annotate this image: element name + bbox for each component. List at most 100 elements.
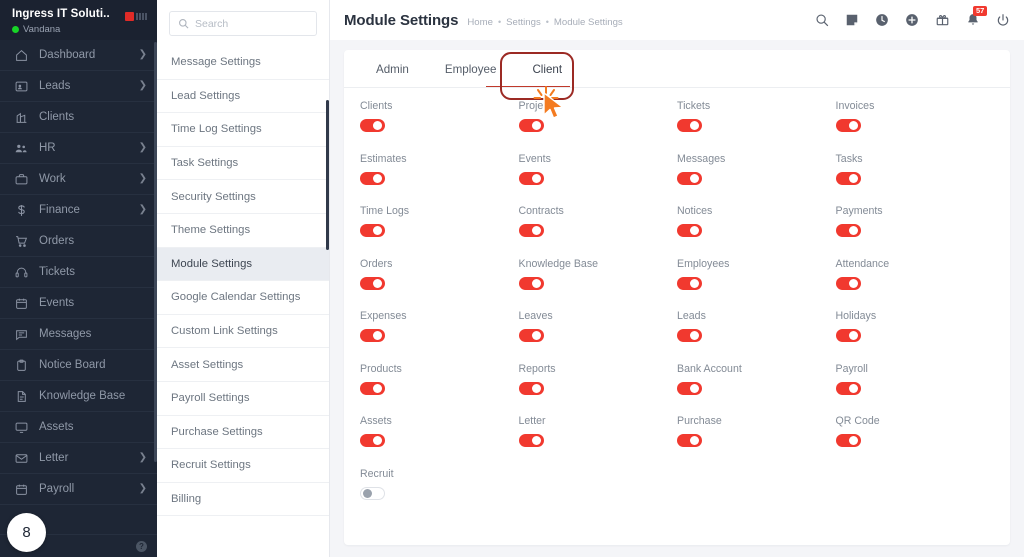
module-toggle-recruit[interactable]: [360, 486, 385, 500]
sidebar-item-dashboard[interactable]: Dashboard ❯: [0, 40, 157, 71]
settings-item-time-log-settings[interactable]: Time Log Settings: [157, 113, 329, 147]
breadcrumb-link-module-settings[interactable]: Module Settings: [554, 17, 623, 28]
power-icon[interactable]: [996, 13, 1010, 27]
module-toggle-invoices[interactable]: [835, 119, 861, 132]
toggle-knob: [373, 331, 382, 340]
sidebar-item-clients[interactable]: Clients: [0, 102, 157, 133]
sidebar-item-events[interactable]: Events: [0, 288, 157, 319]
toggle-knob: [690, 436, 699, 445]
settings-item-security-settings[interactable]: Security Settings: [157, 180, 329, 214]
module-toggle-tickets[interactable]: [677, 119, 702, 132]
app-root: Ingress IT Soluti... Vandana Dashboard ❯ L…: [0, 0, 1024, 557]
module-toggle-assets[interactable]: [360, 434, 385, 447]
settings-item-purchase-settings[interactable]: Purchase Settings: [157, 416, 329, 450]
module-toggle-reports[interactable]: [518, 381, 544, 395]
sidebar-item-label: Notice Board: [39, 359, 106, 371]
help-icon[interactable]: ?: [136, 540, 147, 552]
tab-admin[interactable]: Admin: [358, 50, 427, 88]
module-label: Leaves: [518, 310, 553, 322]
gift-icon[interactable]: [935, 13, 950, 27]
module-toggle-leaves[interactable]: [518, 329, 544, 342]
sidebar-item-assets[interactable]: Assets: [0, 412, 157, 443]
sidebar-item-orders[interactable]: Orders: [0, 226, 157, 257]
settings-item-module-settings[interactable]: Module Settings: [157, 247, 329, 282]
module-toggle-payroll[interactable]: [835, 381, 861, 395]
settings-list-scrollbar[interactable]: [326, 100, 329, 250]
sidebar-item-tickets[interactable]: Tickets: [0, 257, 157, 288]
bell-icon[interactable]: 57: [966, 6, 988, 27]
module-toggle-notices[interactable]: [677, 224, 702, 237]
settings-search-box[interactable]: [169, 11, 317, 36]
module-label: Notices: [677, 205, 713, 217]
module-cell: Invoices: [835, 100, 995, 153]
module-toggle-knowledge-base[interactable]: [518, 276, 544, 290]
search-icon: [178, 18, 189, 29]
module-toggle-holidays[interactable]: [835, 329, 861, 342]
settings-item-asset-settings[interactable]: Asset Settings: [157, 348, 329, 382]
module-toggle-employees[interactable]: [677, 276, 702, 290]
sidebar-item-knowledge-base[interactable]: Knowledge Base: [0, 381, 157, 412]
module-toggle-tasks[interactable]: [835, 171, 861, 185]
toggle-knob: [690, 331, 699, 340]
brand-bars-icon: [136, 13, 147, 20]
module-toggle-time-logs[interactable]: [360, 224, 385, 237]
module-toggle-orders[interactable]: [360, 276, 385, 290]
module-toggle-expenses[interactable]: [360, 329, 385, 342]
breadcrumb-link-home[interactable]: Home: [467, 17, 493, 28]
settings-item-google-calendar-settings[interactable]: Google Calendar Settings: [157, 281, 329, 315]
module-toggle-bank-account[interactable]: [677, 381, 702, 395]
search-icon[interactable]: [815, 13, 829, 27]
module-toggle-leads[interactable]: [677, 329, 702, 342]
settings-item-lead-settings[interactable]: Lead Settings: [157, 80, 329, 114]
chevron-right-icon: ❯: [138, 49, 147, 60]
module-toggle-messages[interactable]: [677, 171, 702, 185]
module-toggle-projects[interactable]: [518, 119, 544, 132]
module-label: Expenses: [360, 310, 407, 322]
module-toggle-products[interactable]: [360, 381, 385, 395]
settings-item-custom-link-settings[interactable]: Custom Link Settings: [157, 315, 329, 349]
sidebar-item-label: Tickets: [39, 266, 75, 278]
module-label: Recruit: [360, 467, 394, 480]
module-toggle-events[interactable]: [518, 171, 544, 185]
sidebar-item-label: Letter: [39, 452, 69, 464]
sidebar-item-finance[interactable]: Finance ❯: [0, 195, 157, 226]
module-toggle-contracts[interactable]: [518, 224, 544, 237]
module-cell: Contracts: [518, 205, 678, 258]
tab-client[interactable]: Client: [486, 50, 580, 88]
sidebar-item-work[interactable]: Work ❯: [0, 164, 157, 195]
module-label: Orders: [360, 257, 393, 270]
toggle-knob: [848, 173, 858, 183]
module-cell: Clients: [360, 100, 519, 153]
module-toggle-purchase[interactable]: [677, 434, 702, 447]
settings-item-theme-settings[interactable]: Theme Settings: [157, 214, 329, 248]
module-toggle-attendance[interactable]: [835, 276, 861, 290]
sidebar-item-payroll[interactable]: Payroll ❯: [0, 474, 157, 505]
breadcrumb-link-settings[interactable]: Settings: [506, 17, 541, 28]
toggle-knob: [531, 331, 541, 340]
module-toggle-estimates[interactable]: [360, 171, 385, 185]
sidebar-item-letter[interactable]: Letter ❯: [0, 443, 157, 474]
module-toggle-qr-code[interactable]: [835, 434, 861, 447]
sidebar-item-messages[interactable]: Messages: [0, 319, 157, 350]
module-toggle-letter[interactable]: [518, 434, 544, 447]
module-toggle-clients[interactable]: [360, 119, 385, 132]
settings-item-payroll-settings[interactable]: Payroll Settings: [157, 382, 329, 416]
settings-item-recruit-settings[interactable]: Recruit Settings: [157, 449, 329, 483]
sidebar-item-leads[interactable]: Leads ❯: [0, 71, 157, 102]
module-cell: Holidays: [835, 310, 995, 363]
module-cell: Purchase: [677, 415, 836, 468]
plus-circle-icon[interactable]: [905, 13, 919, 27]
module-cell: Messages: [677, 153, 836, 206]
module-toggle-payments[interactable]: [835, 224, 861, 237]
settings-item-task-settings[interactable]: Task Settings: [157, 147, 329, 181]
note-icon[interactable]: [845, 13, 859, 27]
settings-search-input[interactable]: [195, 17, 308, 30]
toggle-knob: [848, 436, 858, 445]
sidebar-item-notice-board[interactable]: Notice Board: [0, 350, 157, 381]
sidebar-item-hr[interactable]: HR ❯: [0, 133, 157, 164]
module-cell: Orders: [360, 258, 519, 311]
clock-icon[interactable]: [875, 13, 889, 27]
settings-item-billing[interactable]: Billing: [157, 483, 329, 517]
tab-employee[interactable]: Employee: [427, 50, 515, 88]
settings-item-message-settings[interactable]: Message Settings: [157, 46, 329, 80]
